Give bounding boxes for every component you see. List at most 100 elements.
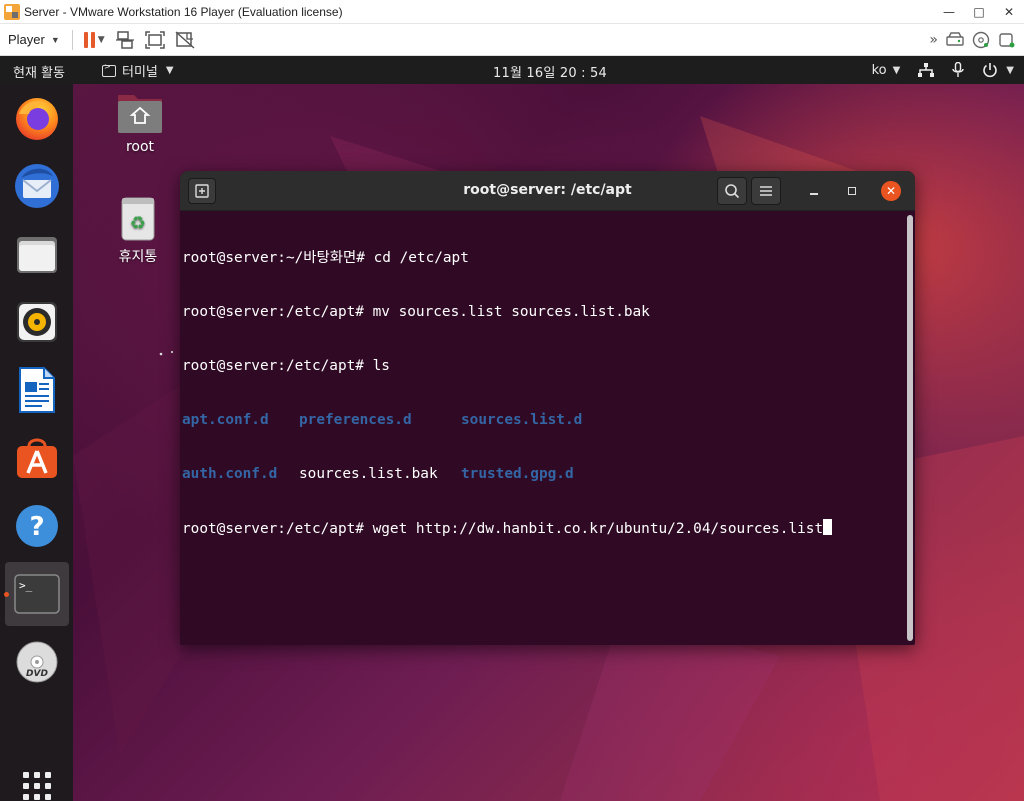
app-menu-label: 터미널 (122, 65, 158, 80)
terminal-headerbar[interactable]: root@server: /etc/apt ✕ (180, 171, 915, 211)
terminal-close-button[interactable]: ✕ (881, 181, 901, 201)
power-menu[interactable]: ▼ (982, 62, 1014, 78)
running-indicator (4, 592, 9, 597)
activities-button[interactable]: 현재 활동 (13, 62, 65, 81)
svg-text:>_: >_ (19, 579, 33, 592)
svg-text:?: ? (29, 512, 44, 542)
search-button[interactable] (717, 177, 747, 205)
network-icon (918, 63, 935, 77)
show-applications-button[interactable] (5, 766, 69, 801)
chevron-down-icon: ▼ (892, 64, 901, 76)
cd-drive-icon[interactable] (972, 31, 990, 49)
language-label: ko (871, 62, 887, 78)
vmware-titlebar: Server - VMware Workstation 16 Player (E… (0, 0, 1024, 24)
window-title: Server - VMware Workstation 16 Player (E… (24, 4, 343, 19)
clock[interactable]: 11월 16일 20 : 54 (493, 62, 607, 81)
desktop-icon-trash[interactable]: ♻ 휴지통 (118, 196, 158, 266)
terminal-line: root@server:/etc/apt# mv sources.list so… (182, 304, 650, 320)
ls-dir-entry: sources.list.d (461, 412, 583, 428)
dock-item-rhythmbox[interactable] (5, 290, 69, 354)
rhythmbox-icon (17, 302, 57, 342)
guest-screen[interactable]: 현재 활동 터미널 ▼ 11월 16일 20 : 54 ko ▼ (0, 56, 1024, 801)
menu-button[interactable] (751, 177, 781, 205)
toolbar-divider (71, 29, 73, 50)
ls-dir-entry: apt.conf.d (182, 412, 269, 428)
vmware-toolbar: Player ▼ ▼ » (0, 24, 1024, 56)
audio-icon[interactable] (998, 31, 1016, 49)
ubuntu-software-icon (17, 438, 57, 478)
dock-item-terminal[interactable]: >_ (5, 562, 69, 626)
full-screen-button[interactable] (140, 24, 170, 55)
gnome-top-bar: 현재 활동 터미널 ▼ 11월 16일 20 : 54 ko ▼ (0, 56, 1024, 84)
terminal-icon (102, 62, 116, 77)
dvd-icon: DVD (16, 641, 58, 683)
help-icon: ? (16, 505, 58, 547)
maximize-icon: □ (973, 5, 985, 19)
desktop-icon-home[interactable]: root (116, 91, 164, 155)
forward-arrows-icon[interactable]: » (929, 32, 938, 48)
dock-item-writer[interactable] (5, 358, 69, 422)
dock-item-help[interactable]: ? (5, 494, 69, 558)
unity-icon (175, 30, 195, 49)
dock-item-files[interactable] (5, 222, 69, 286)
unity-button[interactable] (170, 24, 200, 55)
terminal-minimize-button[interactable] (804, 181, 824, 201)
send-ctrl-alt-del-button[interactable] (110, 24, 140, 55)
search-icon (725, 184, 740, 199)
maximize-button[interactable]: □ (964, 0, 994, 24)
terminal-icon: >_ (14, 574, 60, 614)
hdd-icon[interactable] (946, 32, 964, 48)
svg-text:♻: ♻ (130, 213, 146, 234)
close-icon: ✕ (1003, 5, 1015, 19)
ls-file-entry: sources.list.bak (299, 466, 438, 482)
power-icon (983, 63, 998, 78)
maximize-icon (848, 187, 856, 195)
dock-item-software[interactable] (5, 426, 69, 490)
hamburger-menu-icon (760, 186, 772, 196)
ls-dir-entry: preferences.d (299, 412, 412, 428)
pause-icon (83, 31, 95, 48)
terminal-line: root@server:/etc/apt# ls (182, 358, 390, 374)
terminal-output[interactable]: root@server:~/바탕화면# cd /etc/apt root@ser… (182, 213, 897, 643)
ls-dir-entry: auth.conf.d (182, 466, 278, 482)
dock-item-dvd[interactable]: DVD (5, 630, 69, 694)
files-icon (17, 237, 57, 273)
minimize-button[interactable]: — (934, 0, 964, 24)
chevron-down-icon: ▼ (1006, 64, 1014, 76)
terminal-input-line[interactable]: root@server:/etc/apt# wget http://dw.han… (182, 519, 897, 537)
terminal-maximize-button[interactable] (842, 181, 862, 201)
home-folder-icon (118, 95, 162, 133)
minimize-icon: — (943, 5, 955, 19)
trash-icon: ♻ (121, 197, 155, 241)
libreoffice-writer-icon (19, 367, 55, 413)
minimize-icon (810, 193, 818, 195)
microphone-indicator[interactable] (952, 62, 964, 78)
dock-item-firefox[interactable] (5, 86, 69, 150)
chevron-down-icon: ▼ (50, 34, 60, 45)
chevron-down-icon: ▼ (97, 34, 105, 45)
ls-output-row: auth.conf.d sources.list.bak trusted.gpg.d (182, 465, 897, 483)
network-menu[interactable] (918, 63, 935, 77)
trash-label: 휴지통 (118, 249, 158, 265)
scrollbar[interactable] (907, 215, 913, 641)
svg-text:DVD: DVD (26, 669, 48, 679)
close-button[interactable]: ✕ (994, 0, 1024, 24)
ls-dir-entry: trusted.gpg.d (461, 466, 574, 482)
vmware-logo-icon (4, 3, 20, 20)
language-menu[interactable]: ko ▼ (872, 63, 901, 78)
text-cursor (823, 519, 833, 535)
terminal-window[interactable]: root@server: /etc/apt ✕ root@server:~/바탕… (180, 171, 915, 645)
home-label: root (125, 139, 155, 155)
dock: ? >_ DVD (0, 84, 73, 801)
send-ctrl-alt-del-icon (115, 30, 134, 49)
system-tray: ko ▼ ▼ (854, 56, 1014, 84)
player-menu[interactable]: Player ▼ (0, 24, 66, 55)
fit-guest-icon (144, 30, 165, 49)
ls-output-row: apt.conf.d preferences.d sources.list.d (182, 411, 897, 429)
app-menu-terminal[interactable]: 터미널 ▼ (102, 61, 174, 80)
dock-item-thunderbird[interactable] (5, 154, 69, 218)
microphone-icon (952, 62, 964, 77)
player-menu-label: Player (8, 32, 45, 47)
pause-button[interactable]: ▼ (79, 24, 110, 55)
thunderbird-icon (15, 164, 59, 208)
